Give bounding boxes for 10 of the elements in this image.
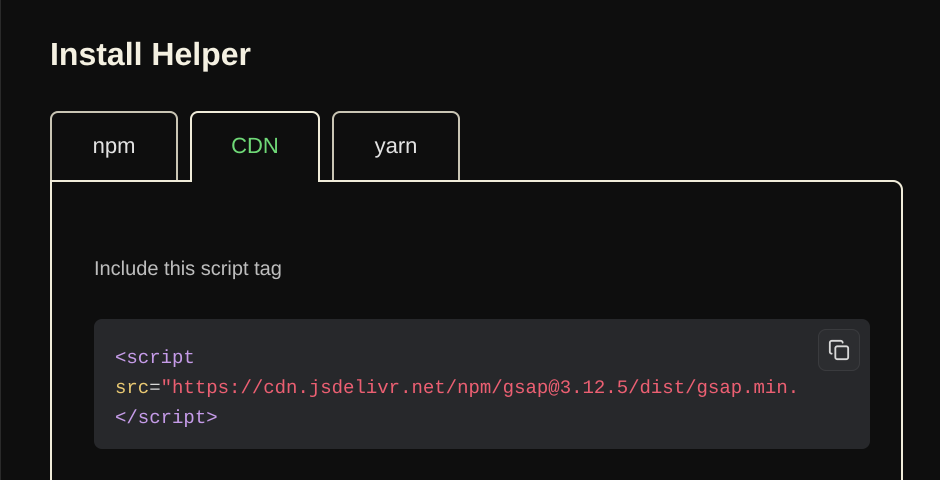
code-line: </script> xyxy=(115,406,218,431)
tab[interactable]: yarn xyxy=(332,111,460,180)
tab[interactable]: npm xyxy=(50,111,178,180)
copy-button[interactable] xyxy=(818,329,860,371)
page-title: Install Helper xyxy=(50,35,251,74)
tab[interactable]: CDN xyxy=(190,111,320,182)
code-line: <script xyxy=(115,346,195,371)
code-line: src="https://cdn.jsdelivr.net/npm/gsap@3.12.5/dist/gsap.min. xyxy=(115,376,800,401)
copy-icon xyxy=(828,339,850,361)
instruction-text: Include this script tag xyxy=(94,257,282,282)
